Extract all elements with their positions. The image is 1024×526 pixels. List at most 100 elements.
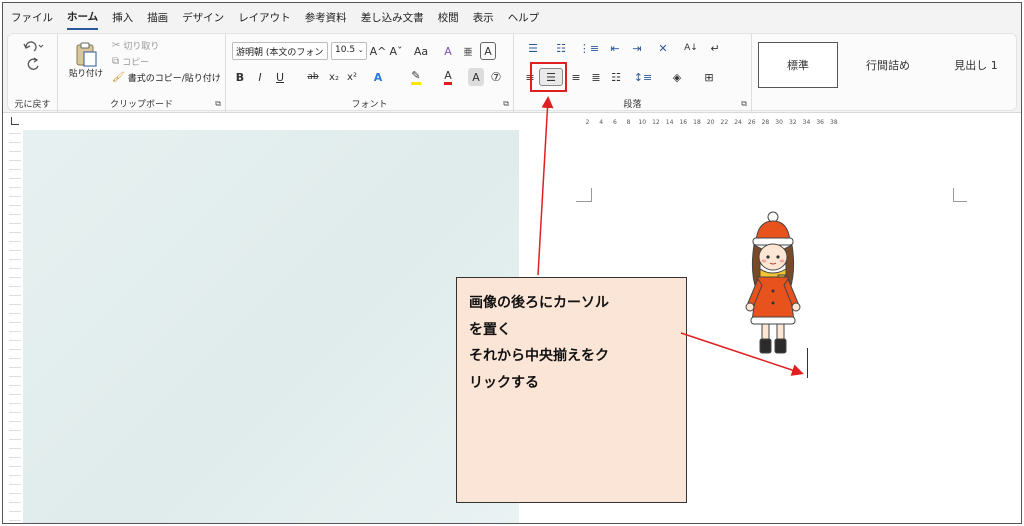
ruler-tick-label: 24 [734, 118, 742, 126]
paragraph-launcher-icon[interactable]: ⧉ [741, 99, 747, 109]
multilevel-list-button[interactable]: ⋮≡ [578, 40, 600, 56]
phonetic-guide-button[interactable]: 亜 [460, 42, 476, 60]
line-spacing-button[interactable]: ↕≡ [632, 68, 654, 86]
tab-insert[interactable]: 挿入 [112, 6, 133, 29]
tab-references[interactable]: 参考資料 [305, 6, 347, 29]
align-right-button[interactable]: ≡ [568, 68, 584, 86]
menu-bar: ファイル ホーム 挿入 描画 デザイン レイアウト 参考資料 差し込み文書 校閲… [3, 3, 1021, 31]
underline-button[interactable]: U [272, 68, 288, 86]
highlight-color-button[interactable]: ✎ [406, 68, 426, 86]
increase-indent-button[interactable]: ⇥ [628, 40, 646, 56]
shading-button[interactable]: ◈ [666, 68, 688, 86]
copy-button[interactable]: ⧉ コピー [112, 54, 192, 68]
bullets-button[interactable]: ☰ [522, 40, 544, 56]
superscript-icon: x² [347, 71, 357, 83]
redo-button[interactable] [18, 56, 48, 72]
tab-view[interactable]: 表示 [473, 6, 494, 29]
tab-review[interactable]: 校閲 [438, 6, 459, 29]
shrink-font-button[interactable]: Aˇ [388, 42, 404, 60]
paste-icon [76, 42, 97, 67]
format-painter-icon: 🖌 [112, 71, 125, 83]
style-normal[interactable]: 標準 [758, 42, 838, 88]
ribbon-panel: 元に戻す 貼り付け ✂ 切り取り ⧉ コピー 🖌 書式のコピー/貼り付け クリッ… [7, 33, 1018, 112]
girl-illustration[interactable] [738, 211, 808, 359]
format-painter-button[interactable]: 🖌 書式のコピー/貼り付け [112, 70, 222, 84]
ruler-tick-label: 30 [775, 118, 783, 126]
ruler-tick-label: 10 [638, 118, 647, 126]
char-shading-button[interactable]: A [468, 68, 484, 86]
tab-layout[interactable]: レイアウト [238, 6, 291, 29]
subscript-button[interactable]: x₂ [326, 68, 342, 86]
font-name-value: 游明朝 (本文のフォン [236, 48, 324, 58]
paste-button[interactable]: 貼り付け [66, 38, 106, 82]
clear-format-button[interactable]: A [440, 42, 456, 60]
enclose-char-icon: ⑦ [490, 70, 502, 84]
font-color-button[interactable]: A [438, 68, 458, 86]
underline-icon: U [275, 70, 285, 84]
italic-button[interactable]: I [252, 68, 268, 86]
vertical-ruler [9, 133, 21, 523]
tab-draw[interactable]: 描画 [147, 6, 168, 29]
instruction-callout: 画像の後ろにカーソル を置く それから中央揃えをク リックする [456, 277, 687, 503]
paragraph-mark-icon: ↵ [710, 41, 720, 55]
bold-button[interactable]: B [232, 68, 248, 86]
grow-font-button[interactable]: A^ [370, 42, 387, 60]
clipboard-launcher-icon[interactable]: ⧉ [215, 99, 221, 109]
ruler-tick-label: 6 [612, 118, 617, 126]
ruler-tick-label: 28 [761, 118, 770, 126]
font-launcher-icon[interactable]: ⧉ [503, 99, 509, 109]
cut-button[interactable]: ✂ 切り取り [112, 38, 192, 52]
distributed-button[interactable]: ☷ [608, 68, 624, 86]
tab-file[interactable]: ファイル [11, 6, 53, 29]
style-no-spacing[interactable]: 行間詰め [848, 42, 928, 88]
clipboard-group-label: クリップボード [109, 100, 173, 110]
decrease-indent-button[interactable]: ⇤ [606, 40, 624, 56]
superscript-button[interactable]: x² [344, 68, 360, 86]
style-heading1[interactable]: 見出し 1 [934, 42, 1018, 88]
undo-button[interactable] [18, 38, 48, 54]
change-case-button[interactable]: Aa [408, 42, 434, 60]
justify-button[interactable]: ≣ [588, 68, 604, 86]
ruler-tick-label: 18 [693, 118, 701, 126]
undo-icon [23, 41, 44, 52]
change-case-icon: Aa [413, 44, 429, 58]
document-background [23, 130, 519, 523]
tab-home[interactable]: ホーム [67, 5, 99, 30]
ruler-tick-label: 38 [830, 118, 838, 126]
text-effects-icon: A [373, 70, 383, 84]
asian-layout-button[interactable]: ✕ [652, 40, 674, 56]
crop-mark-top-left [576, 188, 592, 202]
char-border-button[interactable]: A [480, 42, 496, 60]
callout-line-4: リックする [469, 374, 539, 391]
ruler-tick-label: 36 [816, 118, 824, 126]
enclose-char-button[interactable]: ⑦ [488, 68, 504, 86]
tab-help[interactable]: ヘルプ [508, 6, 540, 29]
show-marks-button[interactable]: ↵ [706, 40, 724, 56]
font-group-label: フォント [351, 100, 388, 110]
numbering-button[interactable]: ☷ [550, 40, 572, 56]
strikethrough-icon: ab [307, 72, 319, 82]
tab-design[interactable]: デザイン [182, 6, 224, 29]
asian-layout-icon: ✕ [658, 41, 668, 55]
center-align-highlight [530, 62, 567, 92]
tab-mailings[interactable]: 差し込み文書 [361, 6, 424, 29]
ruler-tick-label: 26 [747, 118, 756, 126]
ruler-tick-label: 2 [585, 118, 590, 126]
style-heading1-label: 見出し 1 [954, 59, 998, 72]
font-size-combo[interactable]: 10.5 ⌄ [331, 42, 367, 60]
sort-button[interactable]: A↓ [682, 40, 700, 56]
subscript-icon: x₂ [329, 71, 339, 83]
bullets-icon: ☰ [528, 41, 538, 55]
horizontal-ruler[interactable]: 2 4 6 8 10 12 14 16 18 20 22 24 26 28 30 32 34 36 38 [583, 114, 955, 130]
font-name-combo[interactable]: 游明朝 (本文のフォン [232, 42, 328, 60]
bold-icon: B [235, 70, 245, 84]
text-effects-button[interactable]: A [368, 68, 388, 86]
undo-group: 元に戻す [8, 34, 58, 112]
borders-button[interactable]: ⊞ [698, 68, 720, 86]
cut-label: 切り取り [123, 41, 160, 52]
highlighter-icon: ✎ [411, 69, 421, 85]
tab-selector[interactable] [11, 117, 19, 125]
clear-format-icon: A [444, 44, 452, 58]
strikethrough-button[interactable]: ab [304, 68, 322, 86]
callout-line-1: 画像の後ろにカーソル [469, 295, 609, 311]
